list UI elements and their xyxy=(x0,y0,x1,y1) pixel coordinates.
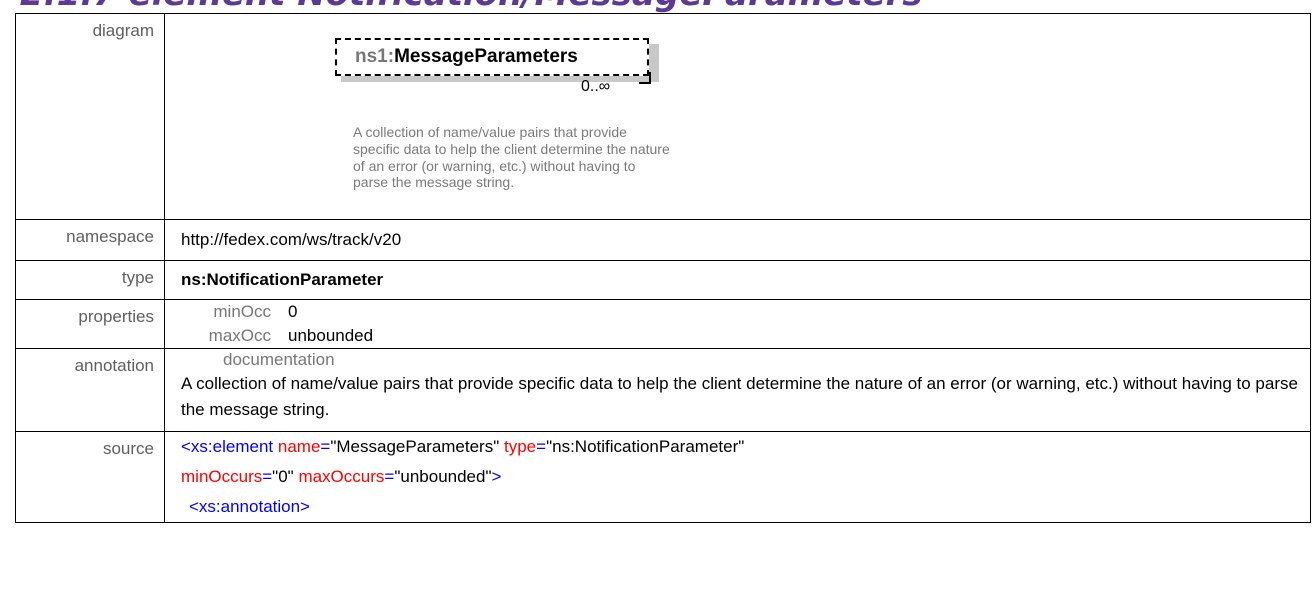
source-code: <xs:element name="MessageParameters" typ… xyxy=(164,431,1311,523)
properties-table: diagram ns1:MessageParameters 0..∞ A col… xyxy=(15,13,1311,523)
diagram-row: diagram ns1:MessageParameters 0..∞ A col… xyxy=(15,13,1311,220)
source-label: source xyxy=(15,431,165,523)
max-occurs-row: maxOcc unbounded xyxy=(181,324,1310,348)
element-diagram-name: ns1:MessageParameters xyxy=(355,46,578,67)
namespace-row: namespace http://fedex.com/ws/track/v20 xyxy=(15,219,1311,261)
source-row: source <xs:element name="MessageParamete… xyxy=(15,431,1311,523)
source-line-1: <xs:element name="MessageParameters" typ… xyxy=(181,437,745,456)
min-occurs-row: minOcc 0 xyxy=(181,300,1310,324)
diagram-occurrence: 0..∞ xyxy=(581,78,611,95)
max-occurs-key: maxOcc xyxy=(208,326,271,345)
diagram-cell: ns1:MessageParameters 0..∞ A collection … xyxy=(164,13,1311,220)
min-occurs-key: minOcc xyxy=(213,302,271,321)
source-line-3: <xs:annotation> xyxy=(189,497,310,516)
properties-cell: minOcc 0 maxOcc unbounded xyxy=(164,299,1311,349)
diagram-label: diagram xyxy=(15,13,165,220)
documentation-text: A collection of name/value pairs that pr… xyxy=(181,374,1298,419)
type-value-link[interactable]: ns:NotificationParameter xyxy=(164,260,1311,300)
element-diagram-box[interactable]: ns1:MessageParameters xyxy=(335,38,649,76)
source-line-2: minOccurs="0" maxOccurs="unbounded"> xyxy=(181,467,502,486)
properties-label: properties xyxy=(15,299,165,349)
properties-row: properties minOcc 0 maxOcc unbounded xyxy=(15,299,1311,349)
namespace-value: http://fedex.com/ws/track/v20 xyxy=(164,219,1311,261)
page-heading: 2.1.7 element Notification/MessageParame… xyxy=(20,0,923,14)
annotation-cell: documentation A collection of name/value… xyxy=(164,348,1311,432)
diagram-description: A collection of name/value pairs that pr… xyxy=(353,124,670,191)
type-row: type ns:NotificationParameter xyxy=(15,260,1311,300)
diagram-connector-icon xyxy=(639,72,651,84)
namespace-label: namespace xyxy=(15,219,165,261)
max-occurs-value: unbounded xyxy=(288,326,374,345)
annotation-label: annotation xyxy=(15,348,165,432)
documentation-label: documentation xyxy=(223,350,335,369)
annotation-row: annotation documentation A collection of… xyxy=(15,348,1311,432)
min-occurs-value: 0 xyxy=(288,302,298,321)
type-label: type xyxy=(15,260,165,300)
